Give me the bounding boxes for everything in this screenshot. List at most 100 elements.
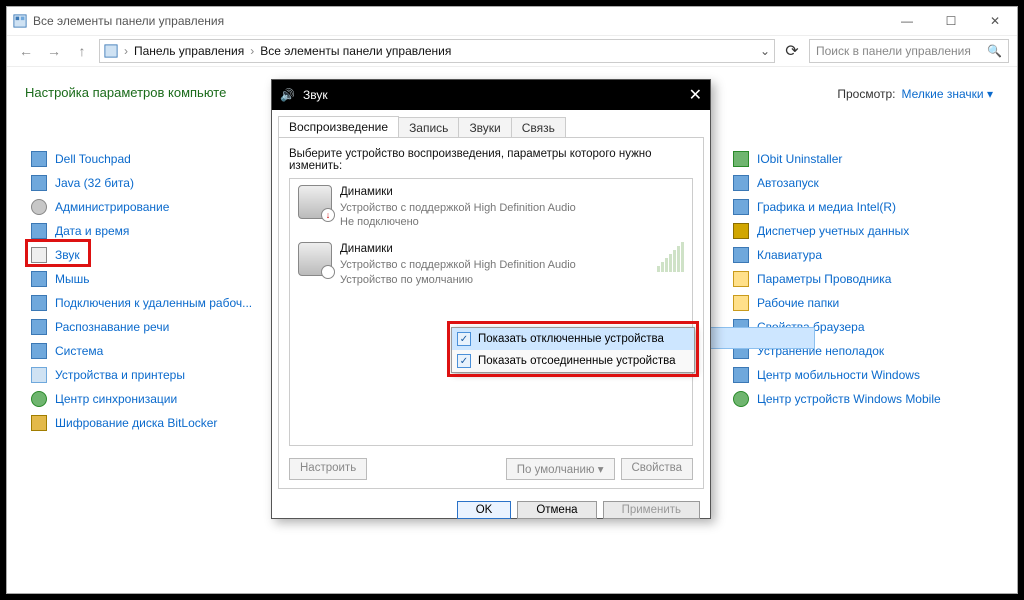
remote-icon <box>31 295 47 311</box>
properties-button[interactable]: Свойства <box>621 458 694 480</box>
items-column-right: IObit Uninstaller Автозапуск Графика и м… <box>733 147 993 411</box>
cp-item-intel-graphics[interactable]: Графика и медиа Intel(R) <box>733 195 993 219</box>
device-list[interactable]: ↓ Динамики Устройство с поддержкой High … <box>289 178 693 446</box>
cp-item-bitlocker[interactable]: Шифрование диска BitLocker <box>31 411 271 435</box>
clock-icon <box>31 223 47 239</box>
cp-item-keyboard[interactable]: Клавиатура <box>733 243 993 267</box>
close-button[interactable]: ✕ <box>973 7 1017 35</box>
address-dropdown-icon[interactable]: ⌄ <box>760 44 770 58</box>
minimize-button[interactable]: — <box>885 7 929 35</box>
view-selector: Просмотр: Мелкие значки ▾ <box>837 87 993 101</box>
cp-item-autoplay[interactable]: Автозапуск <box>733 171 993 195</box>
cp-item-iobit[interactable]: IObit Uninstaller <box>733 147 993 171</box>
mic-icon <box>31 319 47 335</box>
device-driver: Устройство с поддержкой High Definition … <box>340 258 576 273</box>
apply-button[interactable]: Применить <box>603 501 700 519</box>
printer-icon <box>31 367 47 383</box>
playback-pane: Выберите устройство воспроизведения, пар… <box>278 137 704 489</box>
cp-item-remote-desktop[interactable]: Подключения к удаленным рабоч... <box>31 291 271 315</box>
cp-item-work-folders[interactable]: Рабочие папки <box>733 291 993 315</box>
back-button[interactable]: ← <box>15 40 37 62</box>
mouse-icon <box>31 271 47 287</box>
cp-item-mobility-center[interactable]: Центр мобильности Windows <box>733 363 993 387</box>
up-button[interactable]: ↑ <box>71 40 93 62</box>
computer-icon <box>31 343 47 359</box>
cancel-button[interactable]: Отмена <box>517 501 596 519</box>
cp-item-admin-tools[interactable]: Администрирование <box>31 195 271 219</box>
speaker-device-icon: ↓ <box>298 185 332 219</box>
annotation-highlight-context-menu <box>447 321 699 377</box>
java-icon <box>31 175 47 191</box>
device-text: Динамики Устройство с поддержкой High De… <box>340 185 576 230</box>
cp-item-credential-manager[interactable]: Диспетчер учетных данных <box>733 219 993 243</box>
cp-item-windows-mobile[interactable]: Центр устройств Windows Mobile <box>733 387 993 411</box>
gear-icon <box>31 199 47 215</box>
maximize-button[interactable]: ☐ <box>929 7 973 35</box>
breadcrumb-seg-1[interactable]: Панель управления <box>134 44 244 58</box>
sound-tabs: Воспроизведение Запись Звуки Связь <box>272 110 710 137</box>
cp-item-devices-printers[interactable]: Устройства и принтеры <box>31 363 271 387</box>
sound-dialog-titlebar: 🔊 Звук ✕ <box>272 80 710 110</box>
mobile-icon <box>733 391 749 407</box>
speaker-icon: 🔊 <box>280 88 295 102</box>
close-icon[interactable]: ✕ <box>689 85 702 105</box>
address-bar-row: ← → ↑ › Панель управления › Все элементы… <box>7 35 1017 67</box>
device-driver: Устройство с поддержкой High Definition … <box>340 201 576 216</box>
intel-icon <box>733 199 749 215</box>
address-bar[interactable]: › Панель управления › Все элементы панел… <box>99 39 775 63</box>
items-column-left: Dell Touchpad Java (32 бита) Администрир… <box>31 147 271 435</box>
speaker-device-icon: ✓ <box>298 242 332 276</box>
ok-button[interactable]: OK <box>457 501 512 519</box>
dialog-button-row: OK Отмена Применить <box>272 495 710 525</box>
device-text: Динамики Устройство с поддержкой High De… <box>340 242 576 287</box>
sound-dialog-title: Звук <box>303 88 328 102</box>
tab-communications[interactable]: Связь <box>511 117 566 138</box>
cp-item-speech[interactable]: Распознавание речи <box>31 315 271 339</box>
key-icon <box>733 223 749 239</box>
checkmark-overlay-icon: ✓ <box>321 265 335 279</box>
titlebar: Все элементы панели управления — ☐ ✕ <box>7 7 1017 35</box>
set-default-button[interactable]: По умолчанию ▾ <box>506 458 615 480</box>
device-status: Не подключено <box>340 215 576 230</box>
touchpad-icon <box>31 151 47 167</box>
pane-button-row: Настроить По умолчанию ▾ Свойства <box>289 458 693 480</box>
cp-item-explorer-options[interactable]: Параметры Проводника <box>733 267 993 291</box>
control-panel-window: Все элементы панели управления — ☐ ✕ ← →… <box>6 6 1018 594</box>
control-panel-icon <box>13 14 27 28</box>
device-row-default[interactable]: ✓ Динамики Устройство с поддержкой High … <box>290 236 692 293</box>
search-input[interactable]: Поиск в панели управления 🔍 <box>809 39 1009 63</box>
cp-item-sync-center[interactable]: Центр синхронизации <box>31 387 271 411</box>
view-dropdown[interactable]: Мелкие значки ▾ <box>902 87 993 101</box>
control-panel-icon <box>104 44 118 58</box>
configure-button[interactable]: Настроить <box>289 458 367 480</box>
cp-item-java[interactable]: Java (32 бита) <box>31 171 271 195</box>
cp-item-system[interactable]: Система <box>31 339 271 363</box>
device-row-disconnected[interactable]: ↓ Динамики Устройство с поддержкой High … <box>290 179 692 236</box>
cp-item-dell-touchpad[interactable]: Dell Touchpad <box>31 147 271 171</box>
tab-recording[interactable]: Запись <box>398 117 459 138</box>
sync-icon <box>31 391 47 407</box>
view-label: Просмотр: <box>837 87 895 101</box>
context-menu-overflow-highlight <box>695 327 815 349</box>
refresh-button[interactable]: ⟳ <box>781 41 803 61</box>
iobit-icon <box>733 151 749 167</box>
device-name: Динамики <box>340 185 576 201</box>
lock-icon <box>31 415 47 431</box>
annotation-highlight-sound <box>25 239 91 267</box>
arrow-down-overlay-icon: ↓ <box>321 208 335 222</box>
window-title: Все элементы панели управления <box>33 14 224 28</box>
device-name: Динамики <box>340 242 576 258</box>
forward-button[interactable]: → <box>43 40 65 62</box>
breadcrumb-seg-2[interactable]: Все элементы панели управления <box>260 44 451 58</box>
cp-item-mouse[interactable]: Мышь <box>31 267 271 291</box>
tab-sounds[interactable]: Звуки <box>458 117 511 138</box>
folder-icon <box>733 295 749 311</box>
keyboard-icon <box>733 247 749 263</box>
level-meter <box>657 242 684 272</box>
folder-icon <box>733 271 749 287</box>
mobility-icon <box>733 367 749 383</box>
device-status: Устройство по умолчанию <box>340 273 576 288</box>
search-icon: 🔍 <box>987 44 1002 58</box>
autoplay-icon <box>733 175 749 191</box>
tab-playback[interactable]: Воспроизведение <box>278 116 399 137</box>
